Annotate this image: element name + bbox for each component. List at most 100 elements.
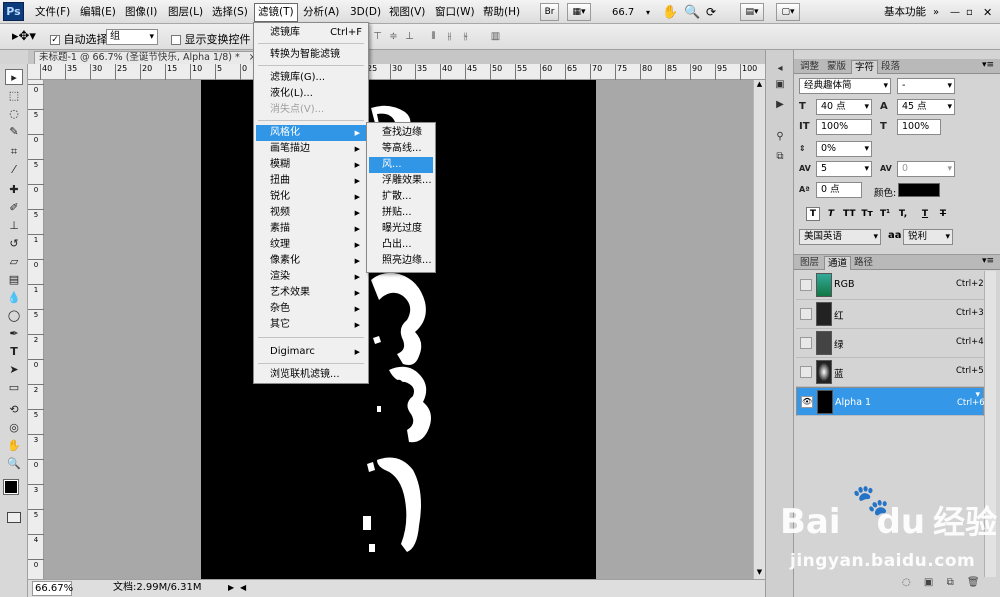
move-tool-preset-icon[interactable]: ▸✥▾ bbox=[12, 29, 36, 44]
eraser-tool-icon[interactable]: ▱ bbox=[5, 254, 23, 270]
menu-item-distort[interactable]: 扭曲 ▶ bbox=[256, 173, 366, 189]
quick-select-tool-icon[interactable]: ✎ bbox=[5, 124, 23, 140]
menu-file[interactable]: 文件(F) bbox=[35, 4, 70, 21]
tab-adjustments[interactable]: 调整 bbox=[797, 60, 822, 74]
tab-character[interactable]: 字符 bbox=[851, 60, 879, 74]
zoom-level[interactable]: 66.7 bbox=[612, 4, 634, 21]
shape-tool-icon[interactable]: ▭ bbox=[5, 380, 23, 396]
zoom-status-field[interactable]: 66.67% bbox=[32, 581, 73, 596]
show-transform-control[interactable]: 显示变换控件 bbox=[171, 31, 251, 47]
menu-item-filter-gallery[interactable]: 滤镜库(G)... bbox=[256, 70, 366, 86]
menu-item-sketch[interactable]: 素描 ▶ bbox=[256, 221, 366, 237]
auto-select-dropdown[interactable]: 组 bbox=[106, 29, 158, 45]
menu-item-filter-gallery-last[interactable]: 滤镜库 Ctrl+F bbox=[256, 25, 366, 41]
submenu-item-trace-contour[interactable]: 等高线... bbox=[369, 141, 433, 157]
menu-filter[interactable]: 滤镜(T) bbox=[254, 3, 298, 22]
eye-icon[interactable]: 👁 bbox=[801, 396, 813, 408]
all-caps-button[interactable]: TT bbox=[842, 207, 856, 221]
small-caps-button[interactable]: Tт bbox=[860, 207, 874, 221]
dodge-tool-icon[interactable]: ◯ bbox=[5, 308, 23, 324]
menu-layer[interactable]: 图层(L) bbox=[168, 4, 203, 21]
auto-select-checkbox[interactable]: ✓ bbox=[50, 35, 60, 45]
menu-item-other[interactable]: 其它 ▶ bbox=[256, 317, 366, 333]
menu-item-browse-online[interactable]: 浏览联机滤镜... bbox=[256, 367, 366, 383]
tracking-field[interactable]: 0 bbox=[897, 161, 955, 177]
eyedropper-tool-icon[interactable]: ⁄ bbox=[5, 162, 23, 178]
underline-button[interactable]: T bbox=[918, 207, 932, 221]
vertical-scale-field[interactable]: 100% bbox=[816, 119, 872, 135]
distribute-icon[interactable]: ⫴ bbox=[428, 31, 439, 43]
3d-orbit-tool-icon[interactable]: ◎ bbox=[5, 420, 23, 436]
channel-row-green[interactable]: 绿 Ctrl+4 bbox=[796, 329, 984, 358]
visibility-toggle[interactable] bbox=[800, 279, 812, 291]
leading-field[interactable]: 45 点 bbox=[897, 99, 955, 115]
arrange-documents-button[interactable]: ▤▾ bbox=[740, 3, 764, 21]
tab-masks[interactable]: 蒙版 bbox=[824, 60, 849, 74]
submenu-item-glowing-edges[interactable]: 照亮边缘... bbox=[369, 253, 433, 269]
healing-tool-icon[interactable]: ✚ bbox=[5, 182, 23, 198]
3d-rotate-tool-icon[interactable]: ⟲ bbox=[5, 402, 23, 418]
align-bottom-icon[interactable]: ⊥ bbox=[404, 31, 415, 43]
align-top-icon[interactable]: ⊤ bbox=[372, 31, 383, 43]
submenu-item-wind[interactable]: 风... bbox=[369, 157, 433, 173]
actions-panel-icon[interactable]: ▶ bbox=[772, 98, 788, 112]
screen-mode-button[interactable]: ▢▾ bbox=[776, 3, 800, 21]
move-tool-icon[interactable]: ▸ bbox=[5, 69, 23, 85]
restore-icon[interactable]: ▫ bbox=[966, 4, 973, 21]
panel-menu-icon[interactable]: ▾≡ bbox=[982, 60, 994, 70]
menu-image[interactable]: 图像(I) bbox=[125, 4, 157, 21]
char-scale-field[interactable]: 0% bbox=[816, 141, 872, 157]
menu-item-sharpen[interactable]: 锐化 ▶ bbox=[256, 189, 366, 205]
distribute-right-icon[interactable]: ⫳ bbox=[460, 31, 471, 43]
hand-tool-icon[interactable]: ✋ bbox=[5, 438, 23, 454]
menu-help[interactable]: 帮助(H) bbox=[483, 4, 520, 21]
submenu-item-find-edges[interactable]: 查找边缘 bbox=[369, 125, 433, 141]
menu-item-brush-strokes[interactable]: 画笔描边 ▶ bbox=[256, 141, 366, 157]
menu-select[interactable]: 选择(S) bbox=[212, 4, 248, 21]
zoom-tool-icon[interactable]: 🔍 bbox=[5, 456, 23, 472]
distribute-center-icon[interactable]: ⫲ bbox=[444, 31, 455, 43]
foreground-color-swatch[interactable] bbox=[3, 479, 19, 495]
blur-tool-icon[interactable]: 💧 bbox=[5, 290, 23, 306]
font-size-field[interactable]: 40 点 bbox=[816, 99, 872, 115]
tab-paths[interactable]: 路径 bbox=[851, 256, 876, 270]
language-select[interactable]: 美国英语 bbox=[799, 229, 881, 245]
view-extras-button[interactable]: ▦▾ bbox=[567, 3, 591, 21]
baseline-shift-field[interactable]: 0 点 bbox=[816, 182, 862, 198]
submenu-item-emboss[interactable]: 浮雕效果... bbox=[369, 173, 433, 189]
menu-item-liquify[interactable]: 液化(L)... bbox=[256, 86, 366, 102]
scroll-up-icon[interactable]: ▲ bbox=[755, 80, 764, 90]
submenu-item-diffuse[interactable]: 扩散... bbox=[369, 189, 433, 205]
subscript-button[interactable]: T, bbox=[896, 207, 910, 221]
quick-mask-icon[interactable] bbox=[7, 512, 21, 523]
zoom-tool-icon[interactable]: 🔍 bbox=[684, 4, 700, 21]
brush-panel-icon[interactable]: ⚲ bbox=[772, 130, 788, 144]
brush-tool-icon[interactable]: ✐ bbox=[5, 200, 23, 216]
rotate-view-icon[interactable]: ⟳ bbox=[706, 4, 716, 21]
menu-window[interactable]: 窗口(W) bbox=[435, 4, 475, 21]
tab-channels[interactable]: 通道 bbox=[824, 256, 852, 270]
minimize-icon[interactable]: — bbox=[950, 4, 960, 21]
status-menu-icon[interactable]: ▶ bbox=[228, 580, 234, 596]
show-transform-checkbox[interactable] bbox=[171, 35, 181, 45]
menu-item-pixelate[interactable]: 像素化 ▶ bbox=[256, 253, 366, 269]
submenu-item-solarize[interactable]: 曝光过度 bbox=[369, 221, 433, 237]
menu-item-texture[interactable]: 纹理 ▶ bbox=[256, 237, 366, 253]
lasso-tool-icon[interactable]: ◌ bbox=[5, 106, 23, 122]
status-scroll-left-icon[interactable]: ◀ bbox=[240, 580, 246, 596]
strikethrough-button[interactable]: T bbox=[936, 207, 950, 221]
horizontal-scale-field[interactable]: 100% bbox=[897, 119, 941, 135]
clone-stamp-tool-icon[interactable]: ⊥ bbox=[5, 218, 23, 234]
channels-menu-icon[interactable]: ▾≡ bbox=[982, 256, 994, 266]
font-family-select[interactable]: 经典趣体简 bbox=[799, 78, 891, 94]
auto-align-icon[interactable]: ▥ bbox=[490, 31, 501, 43]
menu-item-digimarc[interactable]: Digimarc ▶ bbox=[256, 344, 366, 360]
channel-row-red[interactable]: 红 Ctrl+3 bbox=[796, 300, 984, 329]
antialias-select[interactable]: 锐利 bbox=[903, 229, 953, 245]
menu-view[interactable]: 视图(V) bbox=[389, 4, 425, 21]
visibility-toggle[interactable] bbox=[800, 366, 812, 378]
menu-edit[interactable]: 编辑(E) bbox=[80, 4, 116, 21]
path-select-tool-icon[interactable]: ➤ bbox=[5, 362, 23, 378]
menu-item-video[interactable]: 视频 ▶ bbox=[256, 205, 366, 221]
document-tab[interactable]: 未标题-1 @ 66.7% (圣诞节快乐, Alpha 1/8) * × bbox=[34, 51, 262, 65]
